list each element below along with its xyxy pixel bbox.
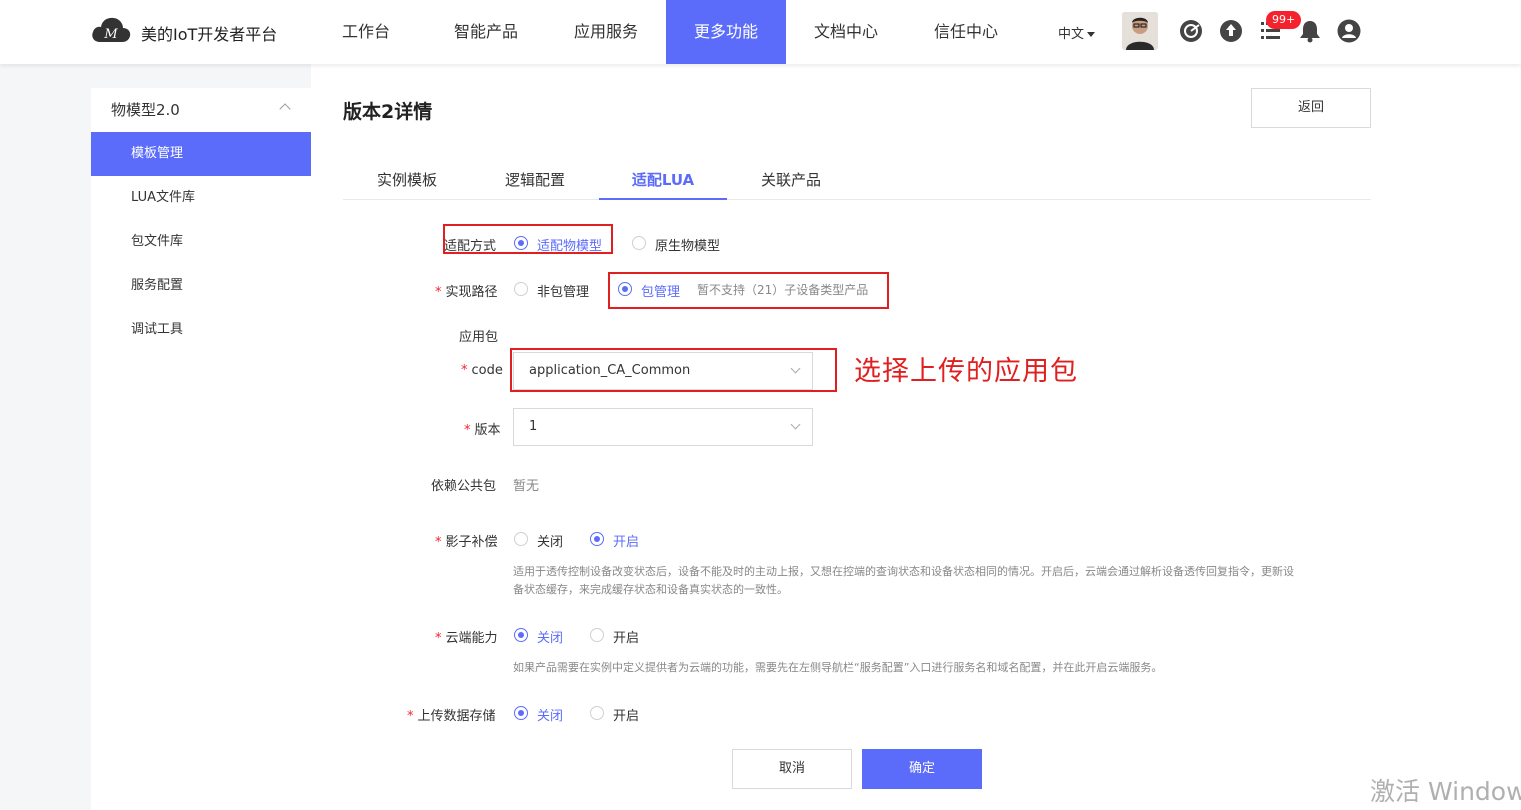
dependency-package-value: 暂无 — [513, 479, 540, 494]
cloud-hint: 如果产品需要在实例中定义提供者为云端的功能，需要先在左侧导航栏“服务配置”入口进… — [513, 661, 1163, 674]
tab-instance-template[interactable]: 实例模板 — [343, 160, 471, 199]
language-switch[interactable]: 中文 — [1058, 23, 1096, 42]
nav-more-features[interactable]: 更多功能 — [666, 0, 786, 64]
main-content: 版本2详情 返回 实例模板 逻辑配置 适配LUA 关联产品 适配方式 适配物模型… — [311, 64, 1521, 810]
nav-docs-center[interactable]: 文档中心 — [786, 0, 906, 64]
cloud-option-on[interactable]: 开启 — [613, 627, 639, 646]
shadow-hint-line-2: 备状态缓存，来完成缓存状态和设备真实状态的一致性。 — [513, 583, 788, 596]
user-icon[interactable] — [1337, 19, 1361, 43]
shadow-option-on[interactable]: 开启 — [613, 531, 639, 550]
nav-trust-center[interactable]: 信任中心 — [906, 0, 1026, 64]
main-nav: 工作台 智能产品 应用服务 更多功能 文档中心 信任中心 — [306, 0, 1026, 64]
svg-text:M: M — [103, 27, 118, 42]
impl-path-radio-non-package[interactable] — [514, 282, 528, 296]
sidebar-group-label: 物模型2.0 — [111, 101, 180, 119]
annotation-box-impl-path — [608, 272, 889, 309]
sidebar-item-template-management[interactable]: 模板管理 — [91, 132, 311, 176]
bell-icon[interactable] — [1298, 19, 1322, 43]
shadow-option-off[interactable]: 关闭 — [537, 531, 563, 550]
annotation-box-code — [510, 348, 837, 392]
avatar-image — [1122, 12, 1158, 50]
version-label: * 版本 — [464, 423, 501, 438]
chevron-down-icon — [1087, 32, 1096, 37]
tab-logic-config[interactable]: 逻辑配置 — [471, 160, 599, 199]
upload-option-on[interactable]: 开启 — [613, 705, 639, 724]
sidebar-item-lua-library[interactable]: LUA文件库 — [91, 176, 311, 220]
version-select[interactable]: 1 — [513, 408, 813, 446]
impl-path-label: * 实现路径 — [435, 285, 498, 300]
upload-option-off[interactable]: 关闭 — [537, 705, 563, 724]
nav-smart-products[interactable]: 智能产品 — [426, 0, 546, 64]
sidebar-item-debug-tools[interactable]: 调试工具 — [91, 308, 311, 352]
page-title: 版本2详情 — [343, 101, 433, 123]
cloud-option-off[interactable]: 关闭 — [537, 627, 563, 646]
annotation-box-adapt-mode — [443, 224, 613, 254]
sidebar-item-package-library[interactable]: 包文件库 — [91, 220, 311, 264]
code-label: * code — [461, 363, 503, 378]
avatar[interactable] — [1122, 12, 1158, 50]
dependency-package-label: 依赖公共包 — [431, 479, 497, 494]
sidebar: 物模型2.0 模板管理 LUA文件库 包文件库 服务配置 调试工具 — [91, 88, 311, 810]
sidebar-item-service-config[interactable]: 服务配置 — [91, 264, 311, 308]
target-icon[interactable] — [1179, 19, 1203, 43]
nav-workbench[interactable]: 工作台 — [306, 0, 426, 64]
cloud-radio-off[interactable] — [514, 628, 528, 642]
cloud-radio-on[interactable] — [590, 628, 604, 642]
adapt-mode-option-native[interactable]: 原生物模型 — [655, 235, 720, 254]
cloud-capability-label: * 云端能力 — [435, 631, 498, 646]
adapt-mode-radio-native[interactable] — [632, 236, 646, 250]
shadow-radio-on[interactable] — [590, 532, 604, 546]
language-label: 中文 — [1058, 27, 1085, 42]
upload-storage-label: * 上传数据存储 — [407, 709, 496, 724]
cancel-button[interactable]: 取消 — [732, 749, 852, 789]
tab-adapt-lua[interactable]: 适配LUA — [599, 160, 727, 200]
back-button[interactable]: 返回 — [1251, 88, 1371, 128]
chevron-down-icon — [790, 419, 801, 430]
top-navigation-bar: M 美的IoT开发者平台 工作台 智能产品 应用服务 更多功能 文档中心 信任中… — [0, 0, 1521, 64]
nav-app-services[interactable]: 应用服务 — [546, 0, 666, 64]
upload-radio-off[interactable] — [514, 706, 528, 720]
upload-radio-on[interactable] — [590, 706, 604, 720]
annotation-text: 选择上传的应用包 — [854, 356, 1078, 387]
shadow-hint-line-1: 适用于透传控制设备改变状态后，设备不能及时的主动上报，又想在控端的查询状态和设备… — [513, 565, 1294, 578]
brand-title[interactable]: 美的IoT开发者平台 — [141, 21, 277, 45]
tab-related-products[interactable]: 关联产品 — [727, 160, 855, 199]
windows-activation-watermark: 激活 Window — [1370, 777, 1521, 806]
chevron-up-icon — [279, 103, 291, 115]
notification-count-badge: 99+ — [1266, 11, 1302, 29]
upload-icon[interactable] — [1219, 19, 1243, 43]
impl-path-option-non-package[interactable]: 非包管理 — [537, 281, 589, 300]
app-package-label: 应用包 — [459, 330, 499, 345]
version-select-value: 1 — [529, 419, 538, 434]
midea-logo-icon[interactable]: M — [90, 14, 132, 46]
tab-bar: 实例模板 逻辑配置 适配LUA 关联产品 — [343, 160, 1371, 200]
sidebar-group-thing-model[interactable]: 物模型2.0 — [91, 88, 311, 132]
confirm-button[interactable]: 确定 — [862, 749, 982, 789]
shadow-compensation-label: * 影子补偿 — [435, 535, 498, 550]
shadow-radio-off[interactable] — [514, 532, 528, 546]
